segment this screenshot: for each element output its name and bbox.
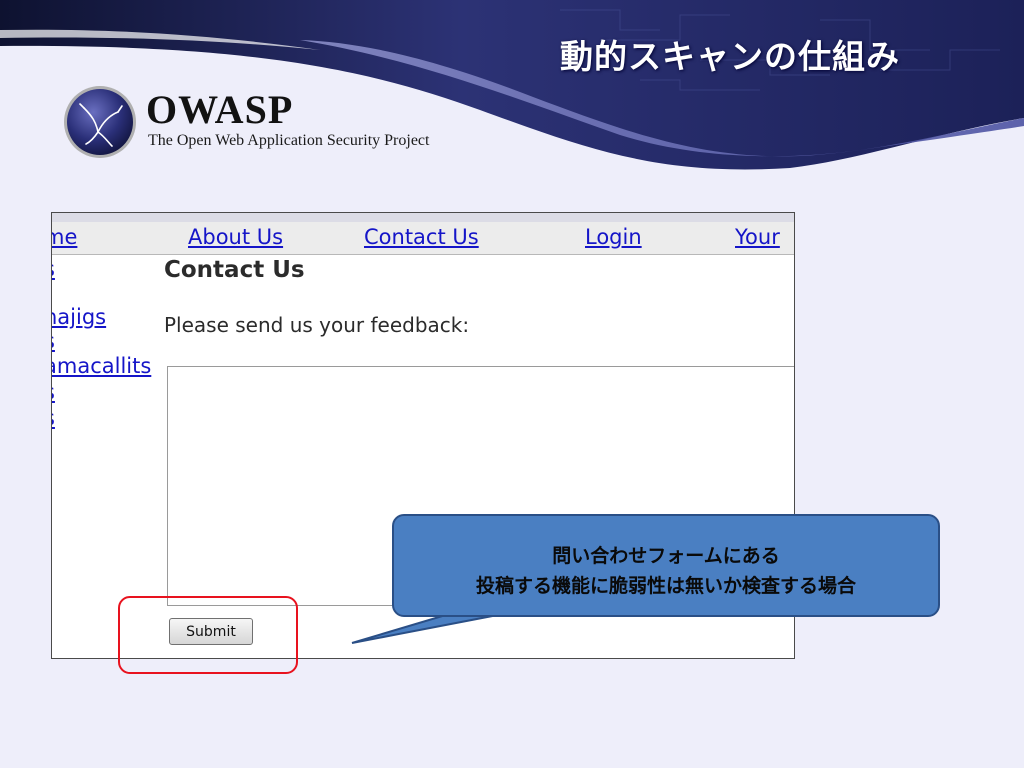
- nav-link-contact-us[interactable]: Contact Us: [364, 225, 479, 249]
- top-strip: [52, 213, 794, 222]
- sidebar-link[interactable]: najigs: [52, 305, 106, 329]
- nav-link-your[interactable]: Your: [735, 225, 780, 249]
- feedback-prompt: Please send us your feedback:: [164, 313, 470, 337]
- submit-highlight-box: [118, 596, 298, 674]
- nav-link-login[interactable]: Login: [585, 225, 642, 249]
- sidebar-link[interactable]: s: [52, 257, 55, 281]
- sidebar-link[interactable]: s: [52, 329, 55, 353]
- owasp-globe-icon: [64, 86, 136, 158]
- slide-title: 動的スキャンの仕組み: [560, 37, 900, 76]
- site-navbar: me About Us Contact Us Login Your: [52, 222, 794, 255]
- sidebar-link[interactable]: s: [52, 406, 55, 430]
- contact-page-title: Contact Us: [164, 257, 305, 283]
- owasp-logo: OWASP The Open Web Application Security …: [62, 84, 462, 164]
- sidebar-link[interactable]: s: [52, 380, 55, 404]
- owasp-tagline: The Open Web Application Security Projec…: [148, 132, 430, 149]
- sidebar-link[interactable]: amacallits: [52, 354, 151, 378]
- owasp-wordmark: OWASP: [146, 87, 294, 132]
- nav-link-home[interactable]: me: [52, 225, 77, 249]
- callout-bubble: 問い合わせフォームにある 投稿する機能に脆弱性は無いか検査する場合: [392, 514, 940, 617]
- callout-line: 問い合わせフォームにある: [552, 545, 780, 567]
- nav-link-about-us[interactable]: About Us: [188, 225, 283, 249]
- callout-line: 投稿する機能に脆弱性は無いか検査する場合: [475, 575, 856, 597]
